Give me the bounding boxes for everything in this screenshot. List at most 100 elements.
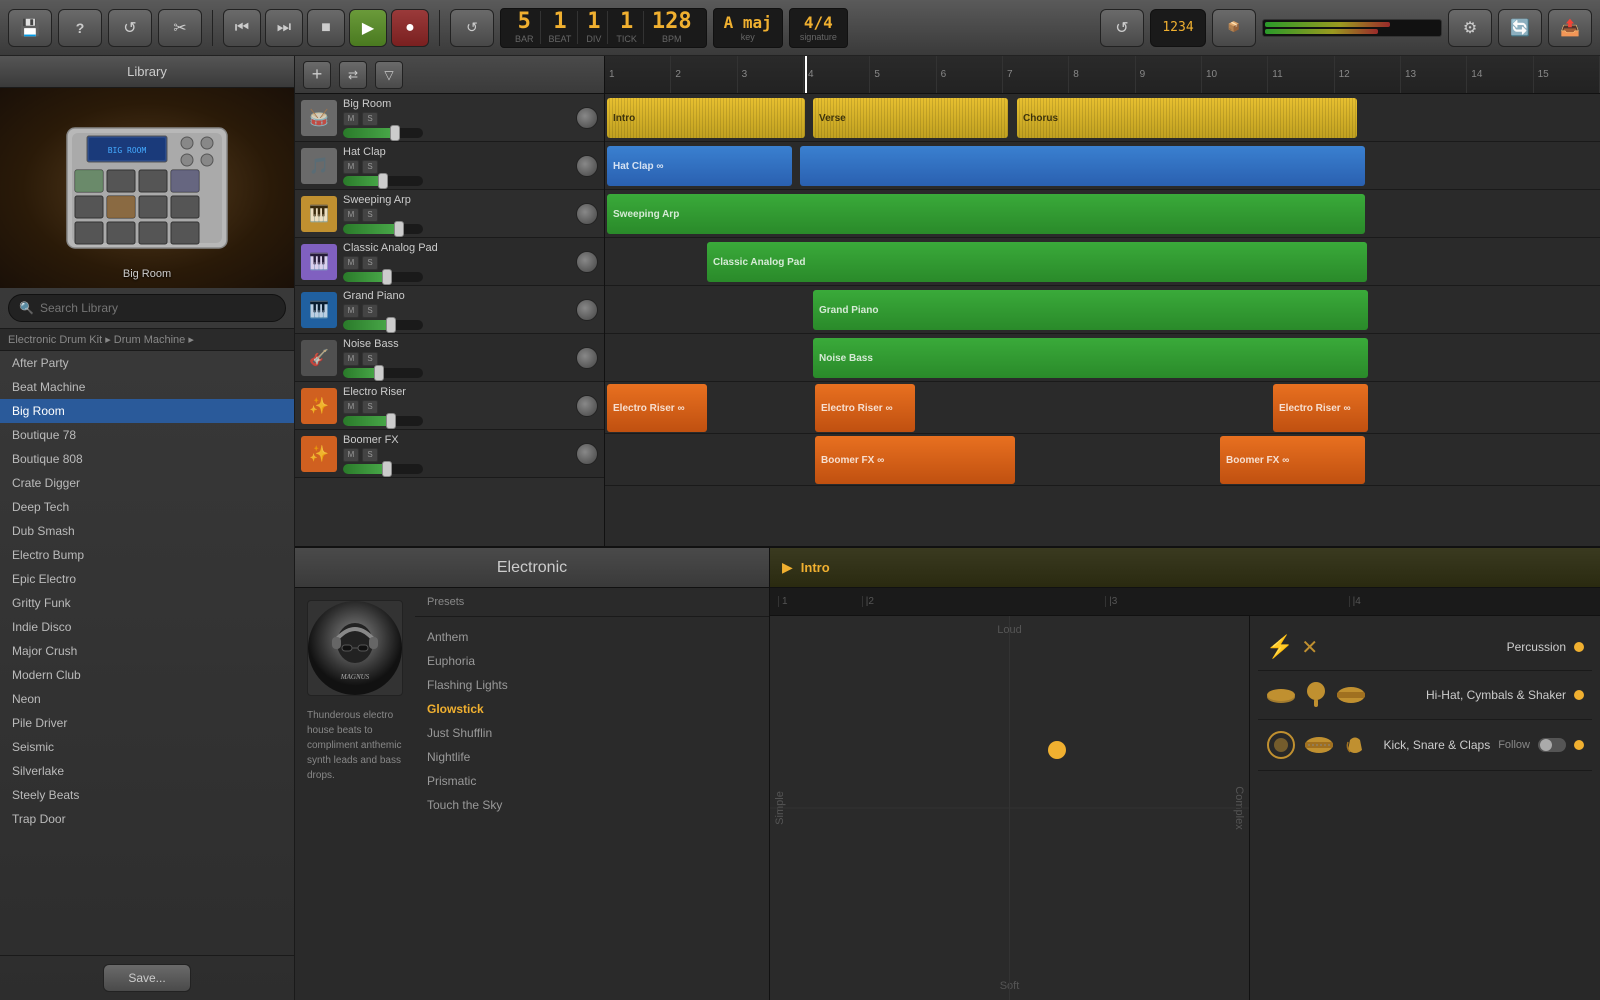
- track-mute-button-7[interactable]: M: [343, 448, 359, 462]
- track-mute-button-2[interactable]: M: [343, 208, 359, 222]
- track-volume-knob-4[interactable]: [576, 299, 598, 321]
- library-item-neon[interactable]: Neon: [0, 687, 294, 711]
- library-item-beat-machine[interactable]: Beat Machine: [0, 375, 294, 399]
- track-solo-button-6[interactable]: S: [362, 400, 378, 414]
- boomer-fx-clip1[interactable]: Boomer FX ∞: [815, 436, 1015, 484]
- track-solo-button-2[interactable]: S: [362, 208, 378, 222]
- track-fader-6[interactable]: [343, 416, 423, 426]
- preset-item-anthem[interactable]: Anthem: [415, 625, 769, 649]
- preset-item-nightlife[interactable]: Nightlife: [415, 745, 769, 769]
- save-button[interactable]: Save...: [103, 964, 190, 992]
- track-solo-button-4[interactable]: S: [362, 304, 378, 318]
- track-mute-button-6[interactable]: M: [343, 400, 359, 414]
- rewind-button[interactable]: ⏮: [223, 9, 261, 47]
- fastforward-button[interactable]: ⏭: [265, 9, 303, 47]
- sweeping-arp-clip[interactable]: Sweeping Arp: [607, 194, 1365, 234]
- track-volume-knob-5[interactable]: [576, 347, 598, 369]
- electro-riser-clip2[interactable]: Electro Riser ∞: [815, 384, 915, 432]
- track-solo-button-3[interactable]: S: [362, 256, 378, 270]
- library-item-steely-beats[interactable]: Steely Beats: [0, 783, 294, 807]
- preset-item-euphoria[interactable]: Euphoria: [415, 649, 769, 673]
- track-mute-button-4[interactable]: M: [343, 304, 359, 318]
- library-item-electro-bump[interactable]: Electro Bump: [0, 543, 294, 567]
- library-item-silverlake[interactable]: Silverlake: [0, 759, 294, 783]
- track-solo-button-1[interactable]: S: [362, 160, 378, 174]
- track-volume-knob-3[interactable]: [576, 251, 598, 273]
- track-volume-knob-1[interactable]: [576, 155, 598, 177]
- refresh-button[interactable]: 🔄: [1498, 9, 1542, 47]
- track-fader-5[interactable]: [343, 368, 423, 378]
- track-volume-knob-6[interactable]: [576, 395, 598, 417]
- library-item-modern-club[interactable]: Modern Club: [0, 663, 294, 687]
- drive-button[interactable]: 💾: [8, 9, 52, 47]
- search-input[interactable]: [40, 301, 275, 315]
- grand-piano-clip[interactable]: Grand Piano: [813, 290, 1368, 330]
- hihat-dot[interactable]: [1574, 690, 1584, 700]
- stop-button[interactable]: ■: [307, 9, 345, 47]
- add-track-button[interactable]: +: [303, 61, 331, 89]
- verse-clip[interactable]: Verse: [813, 98, 1008, 138]
- cycle-button[interactable]: ↺: [450, 9, 494, 47]
- follow-toggle[interactable]: [1538, 738, 1566, 752]
- history-button[interactable]: ↺: [108, 9, 152, 47]
- search-box[interactable]: 🔍: [8, 294, 286, 322]
- track-fader-0[interactable]: [343, 128, 423, 138]
- track-mute-button-5[interactable]: M: [343, 352, 359, 366]
- classic-pad-clip[interactable]: Classic Analog Pad: [707, 242, 1367, 282]
- track-mute-button-1[interactable]: M: [343, 160, 359, 174]
- hat-clap-clip1[interactable]: Hat Clap ∞: [607, 146, 792, 186]
- library-item-boutique-78[interactable]: Boutique 78: [0, 423, 294, 447]
- track-fader-3[interactable]: [343, 272, 423, 282]
- track-volume-knob-2[interactable]: [576, 203, 598, 225]
- share-button[interactable]: 📤: [1548, 9, 1592, 47]
- library-item-epic-electro[interactable]: Epic Electro: [0, 567, 294, 591]
- library-item-seismic[interactable]: Seismic: [0, 735, 294, 759]
- track-fader-7[interactable]: [343, 464, 423, 474]
- track-filter-button[interactable]: ▽: [375, 61, 403, 89]
- preset-item-touch-the-sky[interactable]: Touch the Sky: [415, 793, 769, 817]
- library-item-deep-tech[interactable]: Deep Tech: [0, 495, 294, 519]
- beat-xypad[interactable]: Loud Soft Simple Complex: [770, 616, 1250, 1000]
- library-item-trap-door[interactable]: Trap Door: [0, 807, 294, 831]
- electro-riser-clip3[interactable]: Electro Riser ∞: [1273, 384, 1368, 432]
- track-fader-1[interactable]: [343, 176, 423, 186]
- counter-display[interactable]: 1234: [1150, 9, 1206, 47]
- track-solo-button-0[interactable]: S: [362, 112, 378, 126]
- track-options-button[interactable]: ⇄: [339, 61, 367, 89]
- track-solo-button-5[interactable]: S: [362, 352, 378, 366]
- library-item-after-party[interactable]: After Party: [0, 351, 294, 375]
- track-solo-button-7[interactable]: S: [362, 448, 378, 462]
- library-item-dub-smash[interactable]: Dub Smash: [0, 519, 294, 543]
- preset-item-just-shufflin[interactable]: Just Shufflin: [415, 721, 769, 745]
- library-item-major-crush[interactable]: Major Crush: [0, 639, 294, 663]
- kick-dot[interactable]: [1574, 740, 1584, 750]
- boomer-fx-clip2[interactable]: Boomer FX ∞: [1220, 436, 1365, 484]
- library-item-crate-digger[interactable]: Crate Digger: [0, 471, 294, 495]
- noise-bass-clip[interactable]: Noise Bass: [813, 338, 1368, 378]
- preset-item-prismatic[interactable]: Prismatic: [415, 769, 769, 793]
- library-item-gritty-funk[interactable]: Gritty Funk: [0, 591, 294, 615]
- library-item-pile-driver[interactable]: Pile Driver: [0, 711, 294, 735]
- plugin-button[interactable]: 📦: [1212, 9, 1256, 47]
- library-item-big-room[interactable]: Big Room: [0, 399, 294, 423]
- hat-clap-clip2[interactable]: [800, 146, 1365, 186]
- record-button[interactable]: ●: [391, 9, 429, 47]
- library-item-boutique-808[interactable]: Boutique 808: [0, 447, 294, 471]
- track-volume-knob-7[interactable]: [576, 443, 598, 465]
- track-volume-knob-0[interactable]: [576, 107, 598, 129]
- preset-item-flashing-lights[interactable]: Flashing Lights: [415, 673, 769, 697]
- track-mute-button-3[interactable]: M: [343, 256, 359, 270]
- percussion-dot[interactable]: [1574, 642, 1584, 652]
- cycle2-button[interactable]: ↺: [1100, 9, 1144, 47]
- track-fader-4[interactable]: [343, 320, 423, 330]
- intro-clip[interactable]: Intro: [607, 98, 805, 138]
- track-fader-2[interactable]: [343, 224, 423, 234]
- preset-item-glowstick[interactable]: Glowstick: [415, 697, 769, 721]
- beat-dot[interactable]: [1048, 741, 1066, 759]
- help-button[interactable]: ?: [58, 9, 102, 47]
- track-mute-button-0[interactable]: M: [343, 112, 359, 126]
- settings-button[interactable]: ⚙: [1448, 9, 1492, 47]
- scissors-button[interactable]: ✂: [158, 9, 202, 47]
- chorus-clip[interactable]: Chorus: [1017, 98, 1357, 138]
- library-item-indie-disco[interactable]: Indie Disco: [0, 615, 294, 639]
